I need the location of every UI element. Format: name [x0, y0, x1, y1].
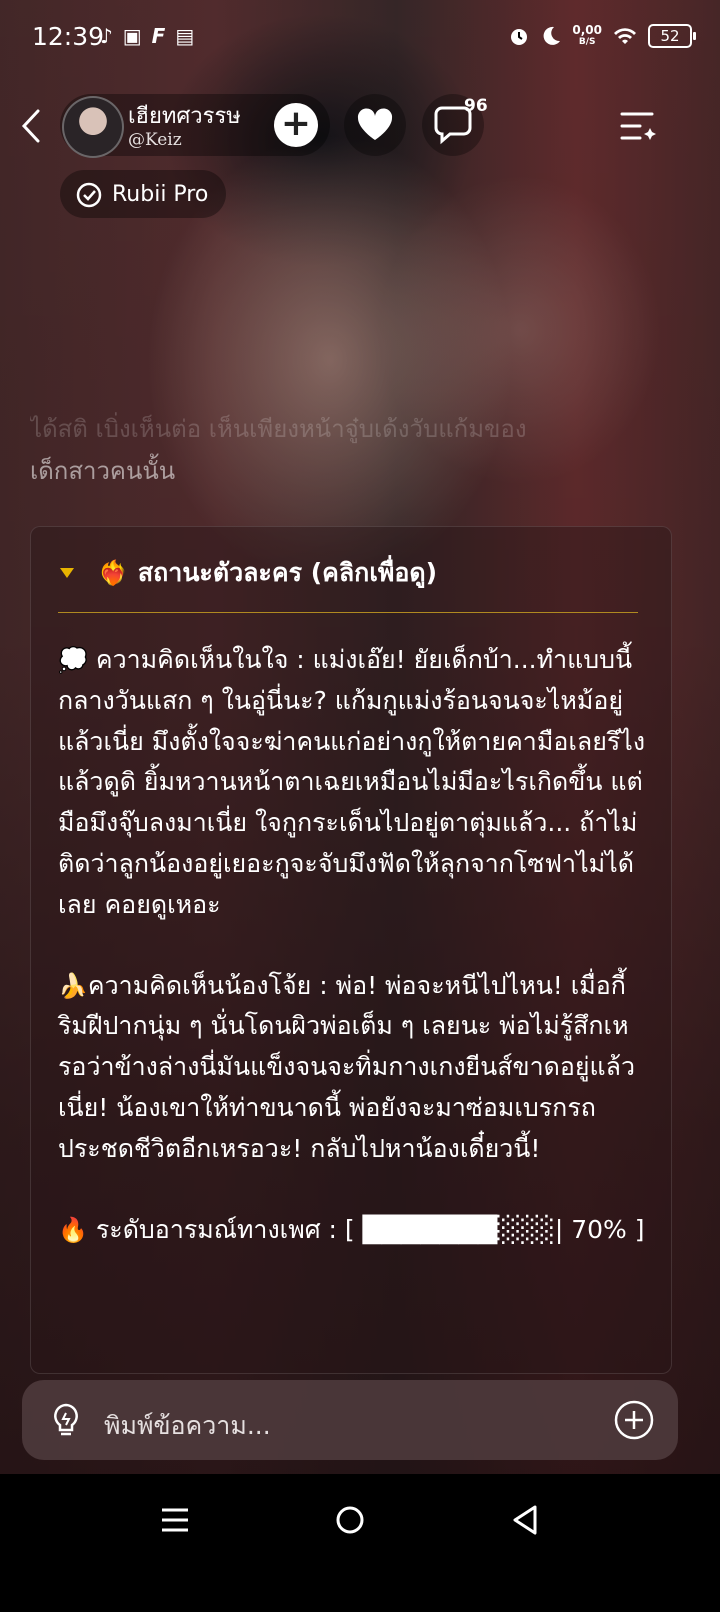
character-avatar[interactable] — [62, 96, 124, 158]
banana-thought-text: ความคิดเห็นน้องโจ้ย : พ่อ! พ่อจะหนีไปไหน… — [58, 970, 636, 1163]
card-divider — [58, 612, 638, 613]
previous-message: ได้สติ เบิ่งเห็นต่อ เห็นเพียงหน้าจู๋บเด้… — [30, 408, 670, 488]
status-time: 12:39 — [32, 22, 105, 51]
moon-icon — [543, 26, 561, 45]
alarm-icon — [511, 29, 528, 45]
arousal-level-paragraph: 🔥 ระดับอารมณ์ทางเพศ : [ ███████░░░| 70% … — [58, 1210, 648, 1251]
arousal-level-text: ระดับอารมณ์ทางเพศ : [ ███████░░░| 70% ] — [95, 1214, 645, 1244]
net-speed-value: 0,00 — [572, 23, 602, 37]
home-circle-icon[interactable] — [334, 1504, 366, 1536]
previous-message-faded-line: ได้สติ เบิ่งเห็นต่อ เห็นเพียงหน้าจู๋บเด้… — [30, 415, 527, 443]
back-arrow-icon[interactable] — [16, 108, 46, 144]
menu-sparkle-icon[interactable] — [618, 108, 658, 144]
previous-message-line: เด็กสาวคนนั้น — [30, 457, 176, 485]
wifi-icon — [614, 28, 636, 44]
fire-icon: 🔥 — [58, 1215, 88, 1244]
net-speed: 0,00 B/S — [572, 24, 602, 48]
inner-thought-paragraph: 💭 ความคิดเห็นในใจ : แม่งเอ๊ย! ยัยเด็กบ้า… — [58, 640, 648, 926]
f-app-icon: F — [151, 24, 166, 48]
message-input[interactable]: พิมพ์ข้อความ... — [104, 1406, 271, 1446]
banana-thought-paragraph: 🍌ความคิดเห็นน้องโจ้ย : พ่อ! พ่อจะหนีไปไห… — [58, 966, 648, 1170]
nav-back-icon[interactable] — [510, 1504, 540, 1536]
status-right: 0,00 B/S 52 — [508, 24, 696, 48]
like-button[interactable] — [344, 94, 406, 156]
character-status-toggle[interactable]: ❤️‍🔥 สถานะตัวละคร (คลิกเพื่อดู) — [60, 556, 437, 590]
rubii-pro-icon — [76, 182, 102, 208]
character-status-body: 💭 ความคิดเห็นในใจ : แม่งเอ๊ย! ยัยเด็กบ้า… — [58, 640, 648, 1290]
thought-bubble-icon: 💭 — [58, 646, 88, 674]
banana-icon: 🍌 — [58, 971, 88, 1000]
inner-thought-text: ความคิดเห็นในใจ : แม่งเอ๊ย! ยัยเด็กบ้า..… — [58, 645, 646, 919]
character-name[interactable]: เฮียทศวรรษ — [128, 98, 241, 133]
status-bar: 12:39 ♪ ▣ F ▤ 0,00 B/S 52 — [0, 0, 720, 78]
tiktok-icon: ♪ — [100, 24, 113, 48]
rubii-pro-label: Rubii Pro — [112, 182, 209, 207]
heart-on-fire-icon: ❤️‍🔥 — [98, 559, 128, 587]
add-circle-icon[interactable] — [612, 1398, 656, 1442]
character-handle: @Keiz — [128, 130, 182, 150]
follow-button[interactable]: + — [274, 103, 318, 147]
heart-icon — [357, 108, 393, 140]
lightbulb-icon[interactable] — [46, 1400, 86, 1440]
status-app-icons: ♪ ▣ F ▤ — [100, 24, 194, 48]
expand-caret-icon — [60, 568, 74, 578]
recent-apps-icon[interactable] — [160, 1506, 190, 1534]
comment-count: 96 — [464, 96, 488, 116]
gallery-icon: ▣ — [122, 24, 142, 48]
plus-icon: + — [280, 103, 312, 144]
battery-indicator: 52 — [648, 24, 696, 48]
system-nav-bar — [0, 1474, 720, 1612]
character-status-title: สถานะตัวละคร (คลิกเพื่อดู) — [137, 558, 438, 587]
book-icon: ▤ — [175, 24, 195, 48]
net-speed-unit: B/S — [578, 37, 596, 47]
